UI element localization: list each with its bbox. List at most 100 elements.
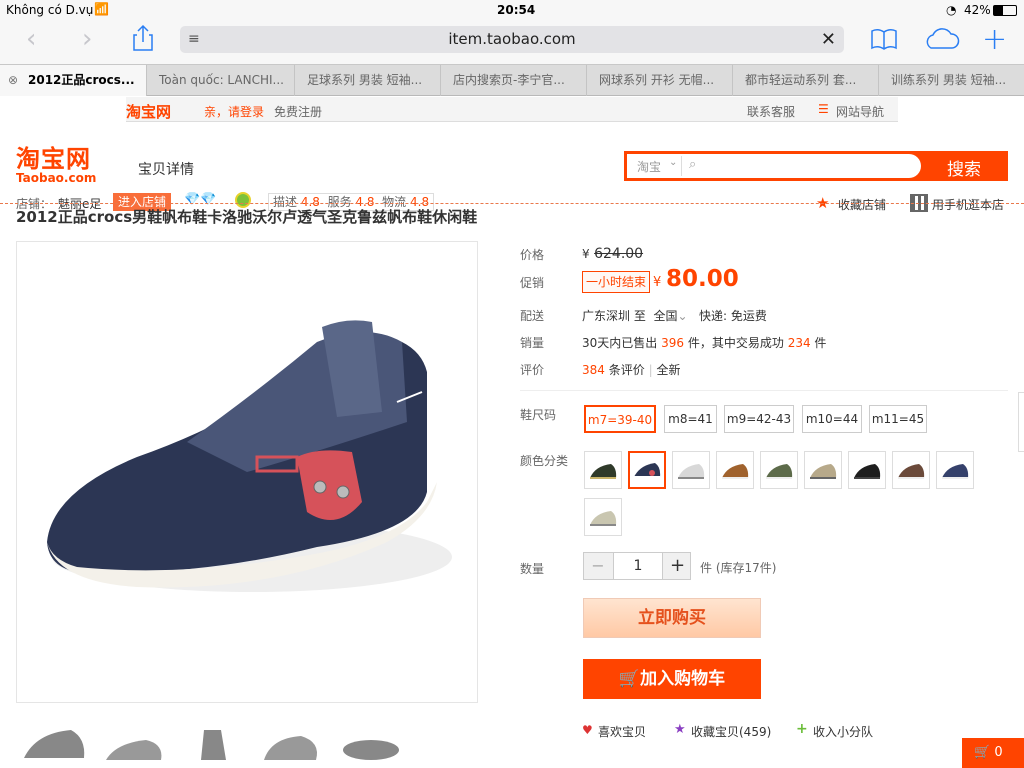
color-option-3[interactable]	[672, 451, 710, 489]
new-tab-plus-icon[interactable]: +	[982, 22, 1007, 57]
chevron-down-icon: ⌄	[677, 309, 688, 323]
site-top-bar: 淘宝网 亲，请登录 免费注册 联系客服 ☰ 网站导航	[126, 97, 898, 122]
review-label: 评价	[520, 363, 545, 377]
share-icon[interactable]	[131, 24, 155, 52]
thumbnail-4[interactable]	[264, 736, 317, 760]
team-link[interactable]: 收入小分队	[813, 723, 873, 740]
thumbnail-strip	[24, 730, 399, 760]
stock-info: 件 (库存17件)	[700, 561, 777, 575]
star-icon: ★	[674, 722, 686, 737]
price-label: 价格	[520, 248, 545, 262]
promo-tag: 一小时结束	[582, 271, 651, 293]
quantity-label: 数量	[520, 562, 545, 576]
color-option-1[interactable]	[584, 451, 622, 489]
site-nav-link[interactable]: 网站导航	[836, 103, 884, 120]
tab-4[interactable]: 网球系列 开衫 无帽...	[586, 65, 732, 96]
cart-icon: 🛒	[618, 669, 641, 689]
clear-url-icon[interactable]: ✕	[821, 26, 836, 53]
promo-currency: ¥	[653, 275, 662, 290]
login-link[interactable]: 亲，请登录	[204, 103, 264, 120]
color-label: 颜色分类	[520, 454, 569, 468]
sales-label: 销量	[520, 336, 545, 350]
close-tab-icon[interactable]: ⊗	[8, 65, 18, 96]
collect-link[interactable]: 收藏宝贝(459)	[691, 723, 771, 740]
promo-price: 80.00	[666, 266, 739, 292]
customer-service-link[interactable]: 联系客服	[747, 103, 795, 120]
section-title: 宝贝详情	[138, 162, 194, 178]
battery-icon	[993, 5, 1017, 16]
mobile-shop-link[interactable]: 用手机逛本店	[932, 196, 1004, 213]
shoe-image	[47, 320, 452, 592]
size-option-m10[interactable]: m10=44	[802, 405, 862, 433]
thumbnail-3[interactable]	[201, 730, 226, 760]
heart-icon: ♥	[582, 723, 593, 737]
size-option-m7[interactable]: m7=39-40	[584, 405, 656, 433]
color-option-2-selected[interactable]	[628, 451, 666, 489]
size-option-m8[interactable]: m8=41	[664, 405, 717, 433]
tab-1[interactable]: Toàn quốc: LANCHI...	[146, 65, 294, 96]
favorite-shop-link[interactable]: 收藏店铺	[838, 196, 886, 213]
forward-arrow-icon[interactable]: ›	[82, 24, 92, 54]
tab-3[interactable]: 店内搜索页-李宁官...	[440, 65, 586, 96]
size-option-m9[interactable]: m9=42-43	[724, 405, 794, 433]
cart-icon: 🛒	[974, 745, 991, 760]
size-option-m11[interactable]: m11=45	[869, 405, 927, 433]
register-link[interactable]: 免费注册	[274, 103, 322, 120]
plus-icon: +	[796, 721, 808, 737]
ship-to-select[interactable]: 全国	[654, 309, 678, 323]
bookmarks-icon[interactable]	[870, 28, 898, 50]
tab-bar: ⊗ 2012正品crocs... Toàn quốc: LANCHI... 足球…	[0, 64, 1024, 96]
add-to-cart-button[interactable]: 🛒加入购物车	[583, 659, 761, 699]
shipping-label: 配送	[520, 309, 545, 323]
wifi-icon: 📶	[94, 2, 109, 16]
thumbnail-5[interactable]	[343, 740, 399, 760]
quantity-stepper: − 1 +	[583, 552, 691, 580]
color-option-6[interactable]	[804, 451, 842, 489]
url-text: item.taobao.com	[448, 30, 576, 48]
site-logo-small[interactable]: 淘宝网	[126, 101, 171, 122]
color-option-9[interactable]	[936, 451, 974, 489]
diamond-rank-icon: 💎💎	[184, 192, 217, 207]
back-arrow-icon[interactable]: ‹	[26, 24, 36, 54]
color-option-10[interactable]	[584, 498, 622, 536]
tab-2[interactable]: 足球系列 男装 短袖...	[294, 65, 440, 96]
shipping-info: 广东深圳 至 全国⌄ 快递: 免运费	[582, 309, 767, 323]
tab-0[interactable]: ⊗ 2012正品crocs...	[0, 65, 146, 96]
sales-info: 30天内已售出 396 件，其中交易成功 234 件	[582, 336, 827, 350]
cart-count: 0	[994, 745, 1003, 760]
reader-list-icon[interactable]: ≡	[188, 26, 200, 53]
tab-6[interactable]: 训练系列 男装 短袖...	[878, 65, 1024, 96]
side-panel-handle[interactable]	[1018, 392, 1024, 452]
size-label: 鞋尺码	[520, 408, 557, 422]
search-icon: ⌕	[689, 157, 697, 172]
like-link[interactable]: 喜欢宝贝	[598, 723, 646, 740]
page-header: 淘宝网 Taobao.com 宝贝详情 淘宝 ⌄ ⌕ 搜索 店铺： 魅丽e足 进…	[0, 122, 1024, 212]
address-bar[interactable]: ≡ item.taobao.com ✕	[180, 26, 844, 53]
product-main-image[interactable]	[16, 241, 478, 703]
review-info[interactable]: 384 条评价 | 全新	[582, 361, 680, 378]
taobao-logo[interactable]: 淘宝网 Taobao.com	[16, 146, 111, 184]
color-option-5[interactable]	[760, 451, 798, 489]
thumbnail-2[interactable]	[106, 740, 162, 760]
search-scope[interactable]: 淘宝	[637, 158, 661, 175]
color-option-8[interactable]	[892, 451, 930, 489]
quantity-input[interactable]: 1	[613, 552, 663, 580]
color-option-4[interactable]	[716, 451, 754, 489]
search-input[interactable]: 淘宝 ⌄ ⌕	[627, 154, 921, 178]
lock-rotation-icon: ◔	[946, 3, 957, 17]
promo-label: 促销	[520, 276, 545, 290]
dashed-divider	[0, 203, 1024, 204]
chevron-down-icon: ⌄	[669, 157, 678, 168]
floating-cart[interactable]: 🛒 0	[962, 738, 1024, 768]
clock: 20:54	[497, 3, 536, 17]
quantity-minus-button[interactable]: −	[584, 553, 612, 579]
thumbnail-1[interactable]	[24, 730, 85, 758]
product-title: 2012正品crocs男鞋帆布鞋卡洛驰沃尔卢透气圣克鲁兹帆布鞋休闲鞋	[16, 208, 478, 226]
search-button[interactable]: 搜索	[947, 155, 981, 180]
buy-now-button[interactable]: 立即购买	[583, 598, 761, 638]
icloud-tabs-icon[interactable]	[922, 28, 960, 50]
quantity-plus-button[interactable]: +	[664, 553, 691, 579]
menu-icon: ☰	[818, 102, 829, 116]
color-option-7[interactable]	[848, 451, 886, 489]
tab-5[interactable]: 都市轻运动系列 套...	[732, 65, 878, 96]
